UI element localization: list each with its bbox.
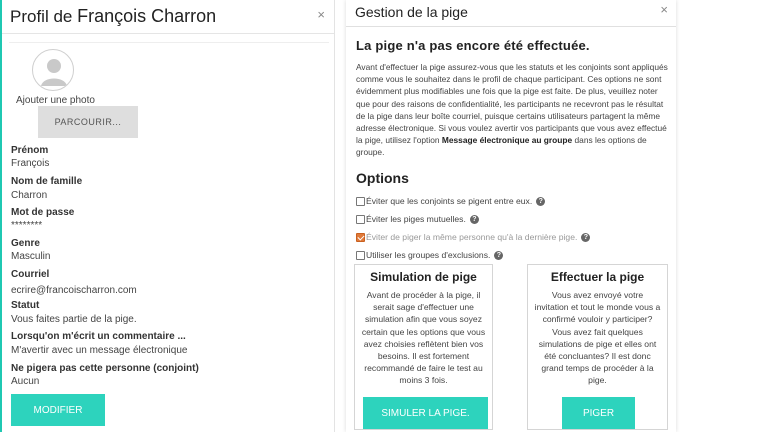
help-icon[interactable]: ? [494, 250, 504, 260]
close-icon[interactable]: × [317, 7, 325, 22]
last-name-value: Charron [11, 190, 48, 201]
exclusion-label: Ne pigera pas cette personne (conjoint) [11, 363, 199, 374]
help-icon[interactable]: ? [469, 214, 479, 224]
draw-status-heading: La pige n'a pas encore été effectuée. [356, 38, 590, 53]
option-avoid-mutual[interactable]: Éviter les piges mutuelles. ? [356, 214, 479, 224]
first-name-label: Prénom [11, 145, 49, 156]
options-title: Options [356, 170, 409, 186]
draw-button[interactable]: PIGER [562, 397, 635, 429]
simulation-title: Simulation de pige [370, 270, 477, 284]
photo-section: Ajouter une photo PARCOURIR... [9, 42, 329, 139]
checkbox[interactable] [356, 250, 365, 260]
description-bold: Message électronique au groupe [441, 135, 573, 146]
simulation-text: Avant de procéder à la pige, il serait s… [361, 290, 486, 386]
simulate-button[interactable]: SIMULER LA PIGE. [363, 397, 488, 429]
checkbox-checked[interactable] [356, 232, 365, 242]
perform-text: Vous avez envoyé votre invitation et tou… [534, 290, 661, 386]
option-avoid-spouses[interactable]: Éviter que les conjoints se pigent entre… [356, 196, 546, 206]
option-label: Éviter de piger la même personne qu'à la… [366, 232, 578, 242]
avatar-icon [32, 49, 74, 91]
perform-title: Effectuer la pige [550, 270, 645, 284]
gender-label: Genre [11, 238, 40, 249]
description-text: Avant d'effectuer la pige assurez-vous q… [356, 62, 668, 146]
add-photo-label: Ajouter une photo [16, 95, 95, 106]
email-value: ecrire@francoischarron.com [11, 285, 137, 296]
option-label: Éviter les piges mutuelles. [366, 214, 466, 224]
profile-header: Profil de François Charron × [2, 0, 334, 34]
profile-title: Profil de François Charron [10, 6, 216, 27]
gender-value: Masculin [11, 251, 51, 262]
first-name-value: François [11, 158, 50, 169]
option-label: Éviter que les conjoints se pigent entre… [366, 196, 533, 206]
perform-draw-card: Effectuer la pige Vous avez envoyé votre… [527, 264, 668, 430]
browse-button[interactable]: PARCOURIR... [38, 106, 138, 138]
option-avoid-last-draw[interactable]: Éviter de piger la même personne qu'à la… [356, 232, 591, 242]
status-value: Vous faites partie de la pige. [11, 314, 137, 325]
exclusion-value: Aucun [11, 376, 40, 387]
modify-button[interactable]: MODIFIER [11, 394, 105, 426]
profile-title-prefix: Profil de [10, 7, 73, 26]
option-label: Utiliser les groupes d'exclusions. [366, 250, 491, 260]
comment-notify-value: M'avertir avec un message électronique [11, 345, 188, 356]
checkbox[interactable] [356, 214, 365, 224]
draw-management-panel: Gestion de la pige × La pige n'a pas enc… [346, 0, 676, 432]
profile-panel: Profil de François Charron × Ajouter une… [0, 0, 335, 432]
option-exclusion-groups[interactable]: Utiliser les groupes d'exclusions. ? [356, 250, 504, 260]
email-label: Courriel [11, 269, 50, 280]
draw-title: Gestion de la pige [355, 4, 468, 20]
password-value: ******** [11, 220, 43, 231]
simulation-card: Simulation de pige Avant de procéder à l… [354, 264, 493, 430]
draw-description: Avant d'effectuer la pige assurez-vous q… [356, 61, 672, 159]
checkbox[interactable] [356, 196, 365, 206]
profile-title-name: François Charron [77, 6, 217, 26]
draw-header: Gestion de la pige × [346, 0, 676, 27]
close-icon[interactable]: × [660, 2, 668, 17]
password-label: Mot de passe [11, 207, 75, 218]
avatar-silhouette-icon [41, 59, 67, 86]
comment-notify-label: Lorsqu'on m'écrit un commentaire ... [11, 331, 186, 342]
help-icon[interactable]: ? [536, 196, 546, 206]
status-label: Statut [11, 300, 40, 311]
help-icon[interactable]: ? [581, 232, 591, 242]
last-name-label: Nom de famille [11, 176, 83, 187]
